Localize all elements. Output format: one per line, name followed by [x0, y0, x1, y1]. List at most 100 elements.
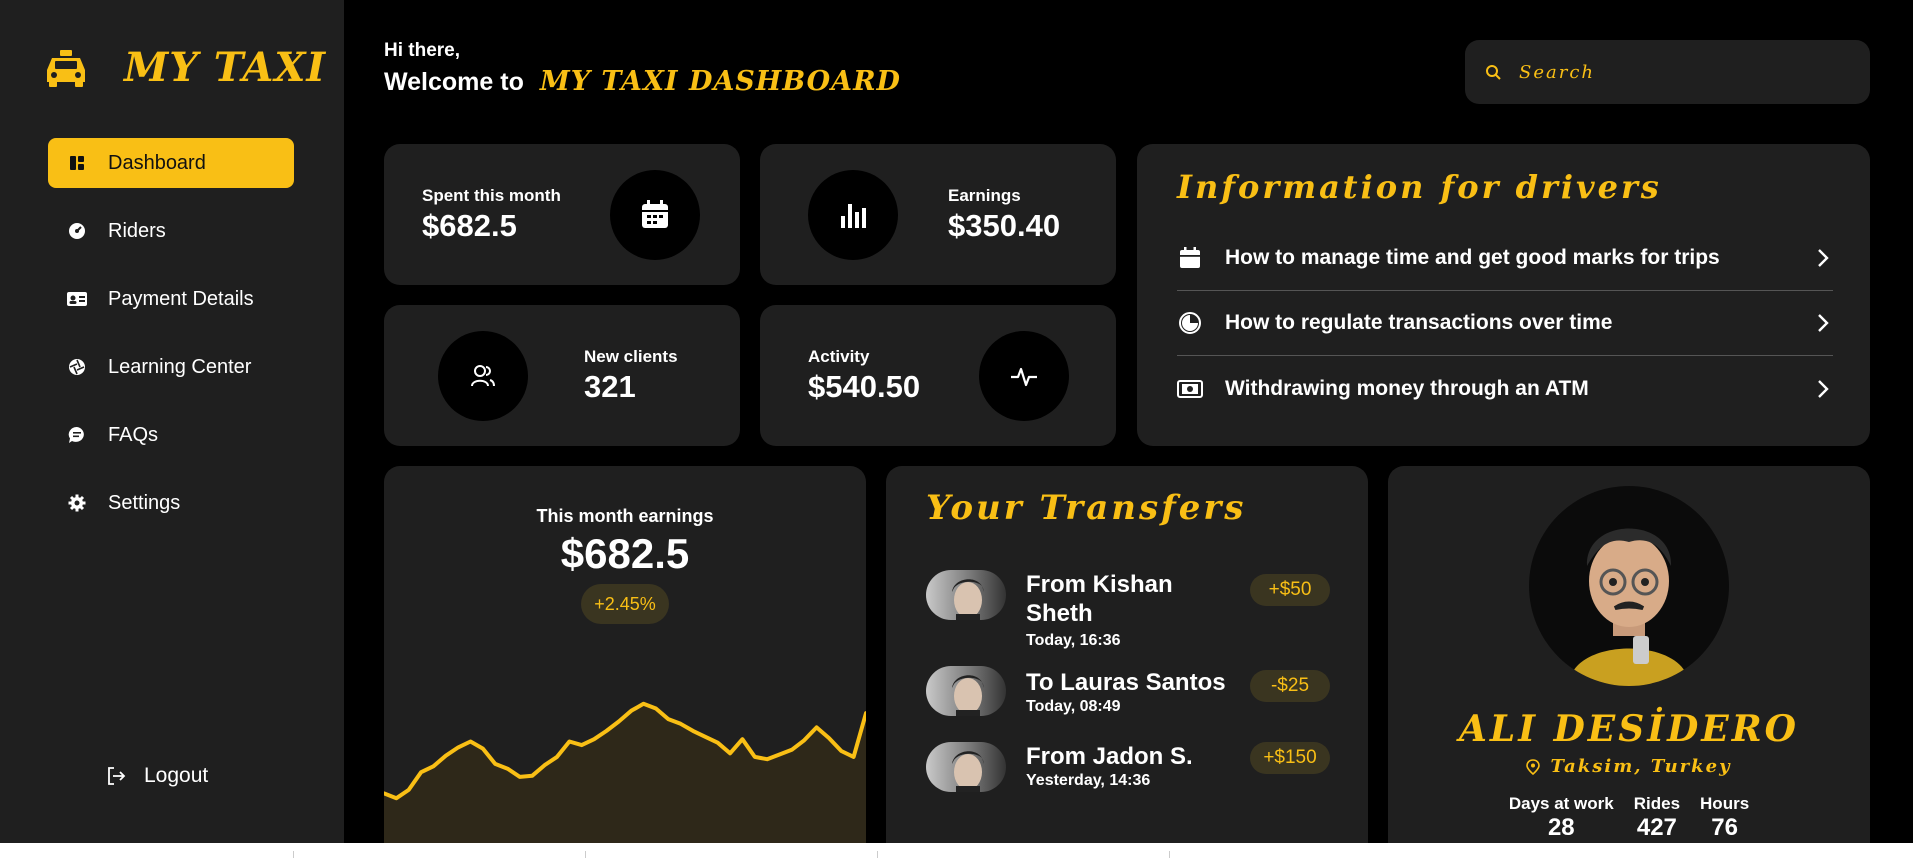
horizontal-scrollbar[interactable]	[0, 843, 1913, 858]
transfer-row[interactable]: From Kishan Sheth Today, 16:36 +$50	[926, 570, 1330, 650]
bar-chart-icon	[808, 170, 898, 260]
sidebar-item-label: Riders	[108, 219, 166, 242]
welcome-line: Welcome to MY TAXI DASHBOARD	[384, 66, 901, 97]
profile-stat-value: 427	[1636, 814, 1677, 841]
chart-area	[384, 703, 866, 843]
profile-stat-label: Days at work	[1508, 794, 1614, 813]
change-badge: +2.45%	[581, 584, 669, 624]
info-item-text: How to manage time and get good marks fo…	[1225, 246, 1720, 269]
app-title: MY TAXI	[124, 44, 327, 91]
transfer-name: To Lauras Santos	[1026, 669, 1226, 696]
stat-label: Spent this month	[422, 186, 561, 205]
sidebar-item-label: Learning Center	[108, 355, 252, 378]
chevron-right-icon	[1818, 249, 1829, 267]
info-item-manage-time[interactable]: How to manage time and get good marks fo…	[1177, 226, 1833, 291]
sidebar-item-dashboard[interactable]: Dashboard	[48, 138, 294, 188]
sidebar-item-settings[interactable]: Settings	[48, 478, 294, 528]
transfer-time: Today, 08:49	[1026, 698, 1121, 715]
greeting-line: Hi there,	[384, 40, 461, 61]
logout-label: Logout	[144, 764, 209, 787]
info-item-regulate-transactions[interactable]: How to regulate transactions over time	[1177, 291, 1833, 356]
info-card: Information for drivers How to manage ti…	[1137, 144, 1870, 446]
dashboard-icon	[66, 152, 88, 174]
transfers-title: Your Transfers	[926, 488, 1247, 528]
avatar	[926, 742, 1006, 792]
stat-label: Earnings	[948, 186, 1021, 205]
sidebar-item-learning-center[interactable]: Learning Center	[48, 342, 294, 392]
gear-icon	[66, 492, 88, 514]
id-card-icon	[66, 288, 88, 310]
location-pin-icon	[1526, 758, 1541, 775]
greeting: Hi there, Welcome to MY TAXI DASHBOARD	[384, 40, 901, 97]
search-input[interactable]	[1519, 61, 1849, 83]
avatar	[926, 570, 1006, 620]
profile-stats: Days at work 28 Rides 427 Hours 76	[1388, 794, 1870, 842]
stat-card-activity[interactable]: Activity $540.50	[760, 305, 1116, 446]
info-item-text: How to regulate transactions over time	[1225, 311, 1613, 334]
search-icon	[1486, 65, 1501, 80]
sidebar-item-label: Payment Details	[108, 287, 254, 310]
profile-location: Taksim, Turkey	[1388, 756, 1870, 777]
transfer-amount: +$50	[1250, 574, 1330, 606]
transfer-name: From Jadon S.	[1026, 743, 1193, 770]
profile-stat-label: Hours	[1700, 794, 1750, 813]
stat-card-spent[interactable]: Spent this month $682.5	[384, 144, 740, 285]
sidebar-item-riders[interactable]: Riders	[48, 206, 294, 256]
stat-label: Activity	[808, 347, 870, 366]
transfer-name: From Kishan Sheth	[1026, 571, 1173, 627]
location-text: Taksim, Turkey	[1550, 756, 1732, 777]
stat-value: $540.50	[808, 369, 921, 404]
clock-icon	[1177, 310, 1203, 336]
avatar	[1529, 486, 1729, 686]
page-title: MY TAXI DASHBOARD	[539, 66, 901, 97]
chat-icon	[66, 424, 88, 446]
sidebar-item-label: FAQs	[108, 423, 159, 446]
logout-icon	[108, 767, 126, 785]
users-icon	[438, 331, 528, 421]
calendar-icon	[610, 170, 700, 260]
sidebar-item-label: Settings	[108, 491, 181, 514]
profile-stat-value: 76	[1711, 814, 1738, 841]
profile-stat: Hours 76	[1700, 794, 1749, 842]
info-item-text: Withdrawing money through an ATM	[1225, 376, 1589, 400]
app-logo[interactable]: MY TAXI	[44, 44, 326, 91]
chart-total: $682.5	[560, 530, 690, 577]
profile-stat-label: Rides	[1633, 794, 1681, 813]
pulse-icon	[979, 331, 1069, 421]
profile-card: ALI DESİDERO Taksim, Turkey Days at work…	[1388, 466, 1870, 843]
stat-value: $682.5	[422, 208, 517, 243]
taxi-icon	[47, 49, 85, 87]
profile-stat: Days at work 28	[1509, 794, 1614, 842]
stat-value: $350.40	[948, 208, 1061, 243]
transfer-time: Yesterday, 14:36	[1026, 772, 1151, 789]
chevron-right-icon	[1818, 314, 1829, 332]
stat-label: New clients	[584, 347, 678, 366]
transfer-row[interactable]: From Jadon S. Yesterday, 14:36 +$150	[926, 742, 1330, 798]
transfer-row[interactable]: To Lauras Santos Today, 08:49 -$25	[926, 666, 1330, 722]
logout-button[interactable]: Logout	[106, 764, 208, 788]
info-item-atm[interactable]: Withdrawing money through an ATM	[1177, 356, 1833, 421]
welcome-text: Welcome to	[384, 68, 524, 96]
transfer-time: Today, 16:36	[1026, 632, 1121, 649]
transfer-amount: +$150	[1250, 742, 1330, 774]
profile-stat-value: 28	[1547, 814, 1575, 841]
search-box[interactable]	[1465, 40, 1870, 104]
stat-card-earnings[interactable]: Earnings $350.40	[760, 144, 1116, 285]
transfer-amount: -$25	[1250, 670, 1330, 702]
info-list: How to manage time and get good marks fo…	[1177, 226, 1833, 421]
gauge-icon	[66, 220, 88, 242]
profile-name: ALI DESİDERO	[1458, 708, 1800, 750]
chevron-right-icon	[1818, 379, 1829, 398]
avatar	[926, 666, 1006, 716]
chart-title: This month earnings	[536, 506, 714, 526]
sidebar-item-faqs[interactable]: FAQs	[48, 410, 294, 460]
sidebar-item-payment-details[interactable]: Payment Details	[48, 274, 294, 324]
sidebar: MY TAXI Dashboard Riders Payment Details…	[0, 0, 344, 843]
stat-card-new-clients[interactable]: New clients 321	[384, 305, 740, 446]
transfers-card: Your Transfers From Kishan Sheth Today, …	[886, 466, 1368, 843]
calendar-icon	[1177, 245, 1203, 271]
info-title: Information for drivers	[1177, 168, 1662, 206]
earnings-chart-card: This month earnings $682.5 +2.45%	[384, 466, 866, 843]
profile-stat: Rides 427	[1634, 794, 1680, 842]
cash-icon	[1177, 376, 1203, 402]
